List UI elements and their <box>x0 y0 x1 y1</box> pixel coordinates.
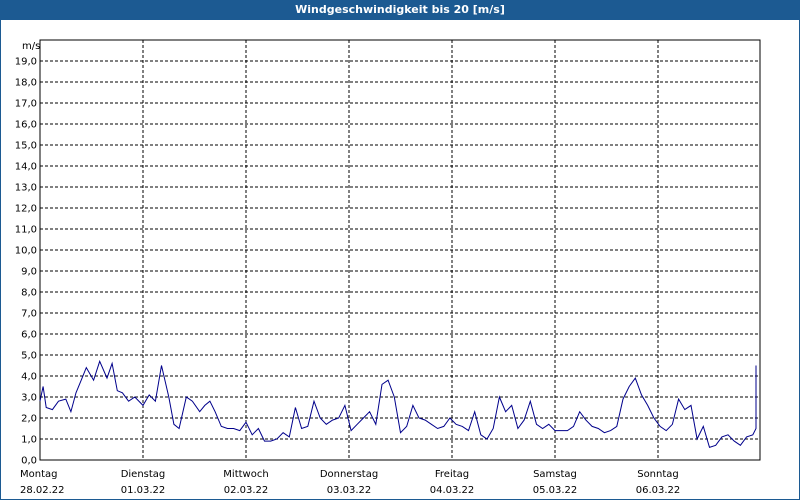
y-tick-label: 19,0 <box>15 57 37 68</box>
x-day-label: Montag <box>20 469 57 480</box>
x-day-label: Mittwoch <box>223 469 268 480</box>
x-date-label: 05.03.22 <box>533 485 578 496</box>
x-day-label: Freitag <box>435 469 469 480</box>
y-tick-label: 14,0 <box>15 162 37 173</box>
y-tick-label: 18,0 <box>15 78 37 89</box>
y-tick-label: 10,0 <box>15 246 37 257</box>
y-tick-label: 7,0 <box>21 309 37 320</box>
y-tick-label: 2,0 <box>21 414 37 425</box>
y-tick-label: 8,0 <box>21 288 37 299</box>
x-date-label: 04.03.22 <box>430 485 475 496</box>
y-tick-label: 4,0 <box>21 372 37 383</box>
y-axis-unit: m/s <box>22 41 40 52</box>
x-day-label: Sonntag <box>637 469 679 480</box>
y-tick-label: 5,0 <box>21 351 37 362</box>
x-date-label: 06.03.22 <box>636 485 681 496</box>
y-tick-label: 11,0 <box>15 225 37 236</box>
x-day-label: Dienstag <box>121 469 166 480</box>
y-tick-label: 16,0 <box>15 120 37 131</box>
y-axis: m/s 0,0 1,0 2,0 3,0 4,0 5,0 6,0 7,0 8,0 9,0 10,0 11… <box>15 41 41 467</box>
y-tick-label: 3,0 <box>21 393 37 404</box>
y-tick-label: 6,0 <box>21 330 37 341</box>
x-date-label: 28.02.22 <box>20 485 65 496</box>
x-axis: Montag 28.02.22 Dienstag 01.03.22 Mittwoch 02… <box>20 469 680 496</box>
x-date-label: 01.03.22 <box>121 485 166 496</box>
x-date-label: 02.03.22 <box>224 485 269 496</box>
y-tick-label: 13,0 <box>15 183 37 194</box>
y-tick-label: 15,0 <box>15 141 37 152</box>
y-tick-label: 12,0 <box>15 204 37 215</box>
x-day-label: Samstag <box>533 469 577 480</box>
y-tick-label: 1,0 <box>21 435 37 446</box>
x-day-label: Donnerstag <box>320 469 378 480</box>
y-tick-label: 0,0 <box>21 456 37 467</box>
y-tick-label: 9,0 <box>21 267 37 278</box>
x-date-label: 03.03.22 <box>327 485 372 496</box>
chart-svg: m/s 0,0 1,0 2,0 3,0 4,0 5,0 6,0 7,0 8,0 9,0 10,0 11… <box>15 39 761 496</box>
y-tick-label: 17,0 <box>15 99 37 110</box>
